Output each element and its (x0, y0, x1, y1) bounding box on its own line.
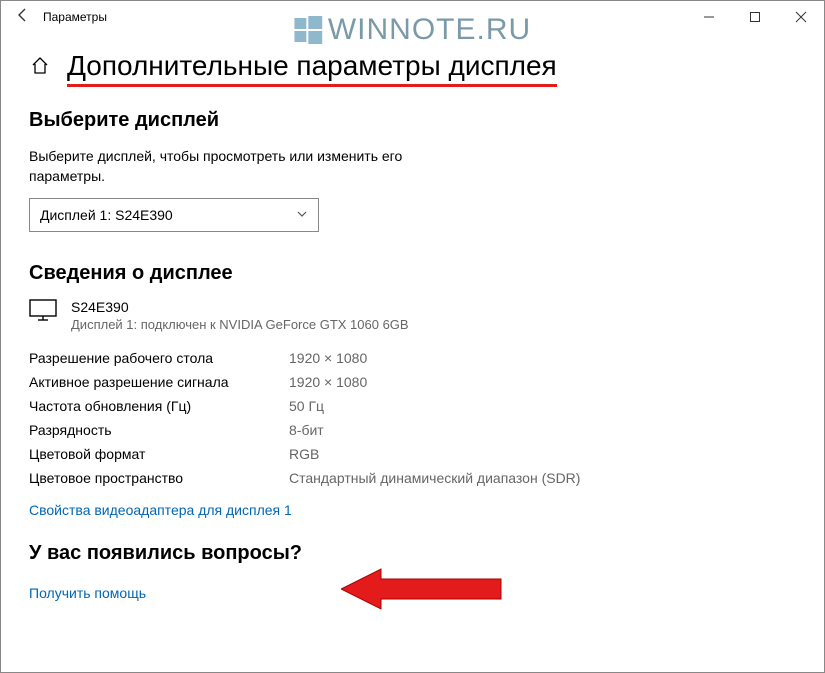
table-row: Частота обновления (Гц)50 Гц (29, 394, 796, 418)
annotation-arrow (341, 564, 511, 619)
monitor-subtitle: Дисплей 1: подключен к NVIDIA GeForce GT… (71, 317, 409, 332)
table-row: Разрядность8-бит (29, 418, 796, 442)
get-help-link[interactable]: Получить помощь (29, 585, 146, 601)
close-button[interactable] (778, 1, 824, 33)
monitor-icon (29, 299, 57, 326)
display-selector-value: Дисплей 1: S24E390 (40, 207, 173, 223)
page-title: Дополнительные параметры дисплея (67, 49, 557, 83)
display-selector[interactable]: Дисплей 1: S24E390 (29, 198, 319, 232)
table-row: Цветовой форматRGB (29, 442, 796, 466)
minimize-button[interactable] (686, 1, 732, 33)
questions-heading: У вас появились вопросы? (29, 542, 796, 565)
table-row: Цветовое пространствоСтандартный динамич… (29, 466, 796, 490)
table-row: Разрешение рабочего стола1920 × 1080 (29, 346, 796, 370)
monitor-name: S24E390 (71, 299, 409, 315)
select-display-description: Выберите дисплей, чтобы просмотреть или … (29, 146, 429, 187)
select-display-heading: Выберите дисплей (29, 109, 796, 132)
display-info-heading: Сведения о дисплее (29, 262, 796, 285)
adapter-properties-link[interactable]: Свойства видеоадаптера для дисплея 1 (29, 502, 292, 518)
display-properties-table: Разрешение рабочего стола1920 × 1080 Акт… (29, 346, 796, 490)
maximize-button[interactable] (732, 1, 778, 33)
chevron-down-icon (296, 207, 308, 223)
window-title: Параметры (37, 10, 107, 24)
home-icon[interactable] (29, 55, 51, 77)
back-button[interactable] (9, 7, 37, 28)
table-row: Активное разрешение сигнала1920 × 1080 (29, 370, 796, 394)
